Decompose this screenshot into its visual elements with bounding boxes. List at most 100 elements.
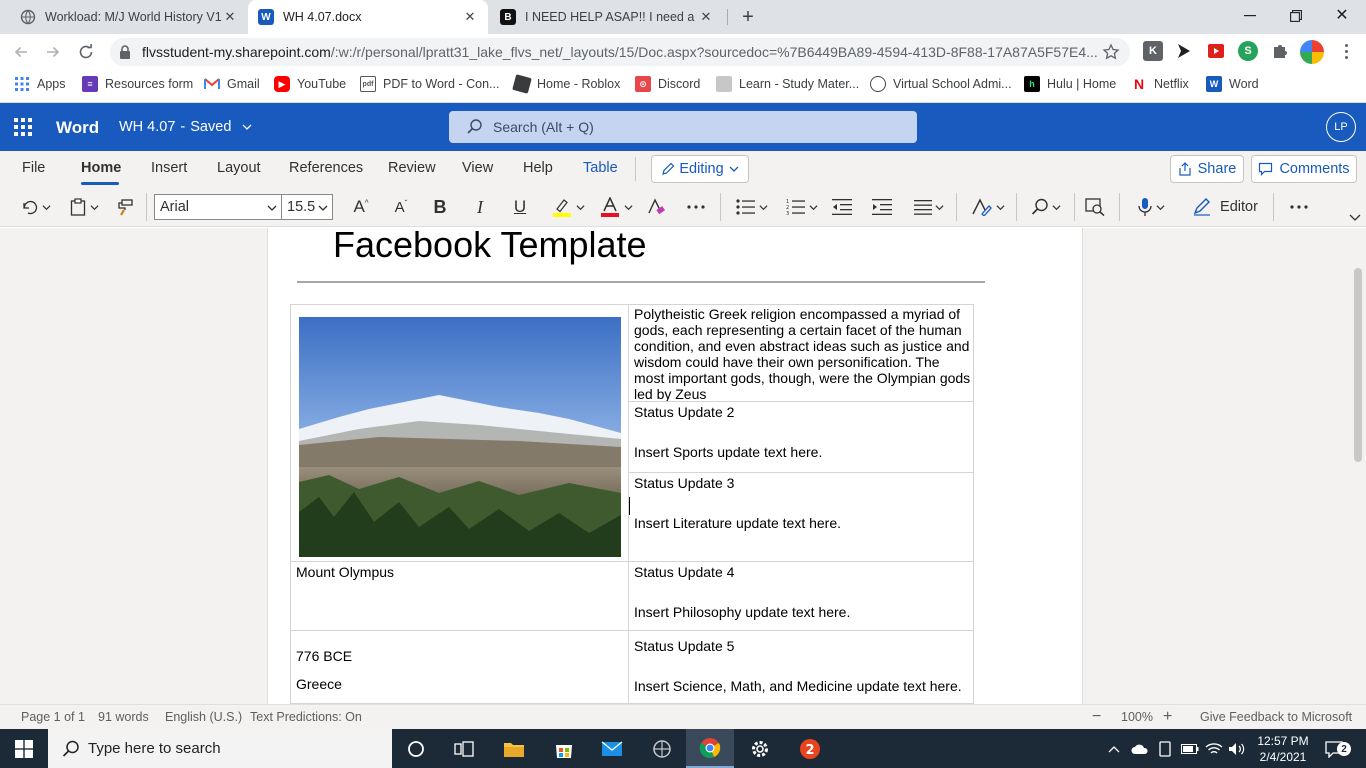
document-heading[interactable]: Facebook Template (333, 224, 647, 266)
numbering-button[interactable]: 123 (782, 193, 822, 221)
image-cell[interactable] (290, 304, 629, 562)
minimize-window-icon[interactable] (1236, 6, 1264, 26)
extension-k-icon[interactable]: K (1143, 41, 1163, 61)
clear-formatting-button[interactable] (644, 193, 668, 221)
extension-cursor-icon[interactable] (1174, 41, 1194, 61)
address-bar[interactable]: flvsstudent-my.sharepoint.com/:w:/r/pers… (110, 38, 1130, 66)
tab-view[interactable]: View (462, 151, 493, 185)
app-launcher-icon[interactable] (14, 118, 32, 136)
wifi-icon[interactable] (1205, 729, 1223, 768)
font-color-button[interactable] (596, 193, 636, 221)
file-explorer-icon[interactable] (490, 729, 538, 768)
bullets-button[interactable] (732, 193, 772, 221)
comments-button[interactable]: Comments (1251, 155, 1357, 183)
user-avatar[interactable]: LP (1326, 112, 1356, 142)
volume-icon[interactable] (1228, 729, 1246, 768)
status-update-cell[interactable]: Status Update 5 Insert Science, Math, an… (628, 630, 974, 704)
more-font-options-icon[interactable] (684, 193, 708, 221)
forward-arrow-icon[interactable] (40, 39, 66, 65)
bookmark-youtube[interactable]: ▶ YouTube (274, 70, 346, 98)
new-tab-plus-icon[interactable]: + (736, 6, 760, 28)
tab-home[interactable]: Home (81, 151, 121, 185)
app-2-icon[interactable]: 2 (786, 729, 834, 768)
status-update-cell[interactable]: Status Update 4 Insert Philosophy update… (628, 561, 974, 631)
taskbar-clock[interactable]: 12:57 PM 2/4/2021 (1256, 731, 1310, 767)
editor-button[interactable]: Editor (1188, 193, 1262, 221)
bookmark-hulu[interactable]: h Hulu | Home (1024, 70, 1116, 98)
mail-icon[interactable] (588, 729, 636, 768)
font-size-select[interactable]: 15.5 (281, 194, 333, 220)
bookmark-pdf-to-word[interactable]: pdf PDF to Word - Con... (360, 70, 499, 98)
settings-gear-icon[interactable] (736, 729, 784, 768)
device-icon[interactable] (1158, 729, 1172, 768)
tab-layout[interactable]: Layout (217, 151, 261, 185)
find-button[interactable] (1026, 193, 1066, 221)
profile-avatar[interactable] (1300, 40, 1324, 64)
extension-s-icon[interactable]: S (1238, 41, 1258, 61)
microsoft-store-icon[interactable] (540, 729, 588, 768)
underline-button[interactable]: U (508, 193, 532, 221)
tab-help[interactable]: Help (523, 151, 553, 185)
name-cell[interactable]: Mount Olympus (290, 561, 629, 631)
app-tray-icon[interactable] (638, 729, 686, 768)
more-options-icon[interactable] (1287, 193, 1311, 221)
give-feedback-link[interactable]: Give Feedback to Microsoft (1200, 704, 1352, 729)
page-count[interactable]: Page 1 of 1 (21, 704, 85, 729)
cortana-icon[interactable] (392, 729, 440, 768)
bookmark-star-icon[interactable] (1102, 43, 1120, 61)
battery-icon[interactable] (1181, 729, 1199, 768)
windows-start-icon[interactable] (0, 729, 48, 768)
bookmark-virtual-school[interactable]: Virtual School Admi... (870, 70, 1012, 98)
bookmark-discord[interactable]: ⊙ Discord (635, 70, 700, 98)
increase-indent-button[interactable] (870, 193, 894, 221)
close-tab-icon[interactable]: ✕ (462, 9, 478, 25)
browser-tab-workload[interactable]: Workload: M/J World History V16 ✕ (10, 0, 248, 34)
grow-font-button[interactable]: A^ (348, 193, 374, 221)
zoom-out-icon[interactable]: − (1092, 704, 1101, 729)
document-title[interactable]: WH 4.07 - Saved (119, 119, 231, 135)
paste-button[interactable] (66, 193, 102, 221)
bookmark-word[interactable]: W Word (1206, 70, 1259, 98)
word-app-name[interactable]: Word (56, 118, 99, 138)
close-tab-icon[interactable]: ✕ (222, 9, 238, 25)
decrease-indent-button[interactable] (830, 193, 854, 221)
scrollbar-thumb[interactable] (1354, 268, 1362, 462)
chrome-taskbar-icon[interactable] (686, 729, 734, 768)
text-predictions[interactable]: Text Predictions: On (250, 704, 362, 729)
chrome-menu-icon[interactable] (1336, 41, 1356, 61)
bookmark-resources-form[interactable]: ≡ Resources form (82, 70, 193, 98)
extensions-puzzle-icon[interactable] (1270, 41, 1290, 61)
bookmark-gmail[interactable]: Gmail (204, 70, 260, 98)
bold-button[interactable]: B (428, 193, 452, 221)
zoom-in-icon[interactable]: + (1163, 704, 1172, 729)
close-tab-icon[interactable]: ✕ (698, 9, 714, 25)
status-update-cell[interactable]: Status Update 2 Insert Sports update tex… (628, 401, 974, 473)
tab-table[interactable]: Table (583, 151, 618, 185)
zoom-level[interactable]: 100% (1121, 704, 1153, 729)
show-hidden-icons-chevron[interactable] (1108, 729, 1120, 768)
search-input[interactable]: Search (Alt + Q) (449, 111, 917, 143)
undo-button[interactable] (16, 193, 54, 221)
mount-olympus-image[interactable] (299, 317, 621, 557)
styles-button[interactable] (968, 193, 1008, 221)
lock-icon[interactable] (118, 44, 134, 60)
onedrive-cloud-icon[interactable] (1131, 729, 1149, 768)
share-button[interactable]: Share (1170, 155, 1244, 183)
word-count[interactable]: 91 words (98, 704, 149, 729)
alignment-button[interactable] (910, 193, 948, 221)
shrink-font-button[interactable]: Aˇ (388, 193, 414, 221)
bookmark-learn-study[interactable]: Learn - Study Mater... (716, 70, 859, 98)
tab-references[interactable]: References (289, 151, 363, 185)
bookmark-roblox[interactable]: Home - Roblox (512, 70, 620, 98)
font-name-select[interactable]: Arial (154, 194, 282, 220)
language[interactable]: English (U.S.) (165, 704, 242, 729)
editing-mode-button[interactable]: Editing (651, 155, 749, 183)
tab-file[interactable]: File (22, 151, 45, 185)
date-place-cell[interactable]: 776 BCE Greece (290, 630, 629, 704)
immersive-reader-button[interactable] (1083, 193, 1107, 221)
description-cell[interactable]: Polytheistic Greek religion encompassed … (628, 304, 974, 402)
tab-insert[interactable]: Insert (151, 151, 187, 185)
taskbar-search-input[interactable]: Type here to search (48, 729, 392, 768)
bookmark-apps[interactable]: Apps (14, 70, 66, 98)
close-window-icon[interactable]: ✕ (1328, 4, 1356, 26)
